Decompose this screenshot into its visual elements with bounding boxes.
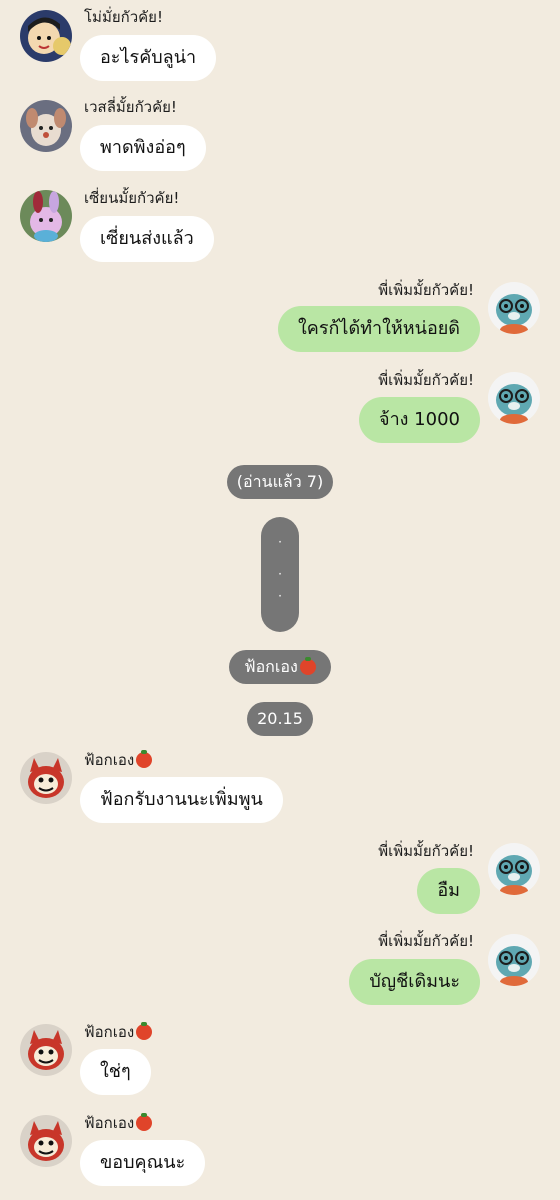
message-bubble[interactable]: พาดพิงอ่อๆ: [80, 125, 206, 171]
red-cat-avatar-icon[interactable]: [20, 1115, 72, 1167]
sender-name: พี่เพิ่มมั้ยกัวคัย!: [378, 371, 474, 389]
tomato-icon: [299, 657, 316, 675]
sender-name-row: ฟ้อกเอง: [84, 1113, 153, 1132]
message-bubble[interactable]: อืม: [417, 868, 480, 914]
message-bubble[interactable]: ใช่ๆ: [80, 1049, 151, 1095]
message-bubble[interactable]: ใครก้ได้ทำให้หน่อยดิ: [278, 306, 480, 352]
sender-name: ฟ้อกเอง: [84, 1114, 135, 1132]
dot: ·: [278, 589, 282, 603]
sender-name: เซี่ยนมั้ยกัวคัย!: [84, 189, 180, 207]
message-bubble[interactable]: บัญชีเดิมนะ: [349, 959, 480, 1005]
dot: ·: [278, 535, 282, 549]
sender-name: เวสลี่มั้ยกัวคัย!: [84, 98, 177, 116]
dot: ·: [278, 567, 282, 581]
sender-name: โม่มั่ยกัวคัย!: [84, 8, 163, 26]
sender-name: พี่เพิ่มมั้ยกัวคัย!: [378, 842, 474, 860]
sender-name: ฟ้อกเอง: [84, 1023, 135, 1041]
message-bubble[interactable]: อะไรคับลูน่า: [80, 35, 217, 81]
blue-cat-glasses-avatar-icon[interactable]: [488, 934, 540, 986]
message-bubble[interactable]: จ้าง 1000: [359, 397, 480, 443]
red-cat-avatar-icon[interactable]: [20, 752, 72, 804]
sender-label-pill: ฟ้อกเอง: [229, 650, 331, 684]
message-bubble[interactable]: ฟ้อกรับงานนะเพิ่มพูน: [80, 777, 283, 823]
sender-name: ฟ้อกเอง: [84, 751, 135, 769]
blue-cat-glasses-avatar-icon[interactable]: [488, 372, 540, 424]
bunny-doll-avatar-icon[interactable]: [20, 190, 72, 242]
tomato-icon: [136, 1113, 153, 1131]
blue-cat-glasses-avatar-icon[interactable]: [488, 282, 540, 334]
blue-cat-glasses-avatar-icon[interactable]: [488, 843, 540, 895]
red-cat-avatar-icon[interactable]: [20, 1024, 72, 1076]
sender-name-row: ฟ้อกเอง: [84, 750, 153, 769]
tomato-icon: [136, 750, 153, 768]
read-receipt-pill: (อ่านแล้ว 7): [227, 465, 333, 499]
sender-name-row: ฟ้อกเอง: [84, 1022, 153, 1041]
message-bubble[interactable]: ขอบคุณนะ: [80, 1140, 206, 1186]
dog-doll-avatar-icon[interactable]: [20, 100, 72, 152]
boy-cartoon-avatar-icon[interactable]: [20, 10, 72, 62]
message-bubble[interactable]: เซี่ยนส่งแล้ว: [80, 216, 214, 262]
sender-name: พี่เพิ่มมั้ยกัวคัย!: [378, 281, 474, 299]
typing-dots-indicator: · · ·: [261, 517, 299, 632]
sender-name: พี่เพิ่มมั้ยกัวคัย!: [378, 932, 474, 950]
timestamp-pill: 20.15: [247, 702, 313, 736]
sender-label-text: ฟ้อกเอง: [244, 657, 298, 676]
tomato-icon: [136, 1022, 153, 1040]
